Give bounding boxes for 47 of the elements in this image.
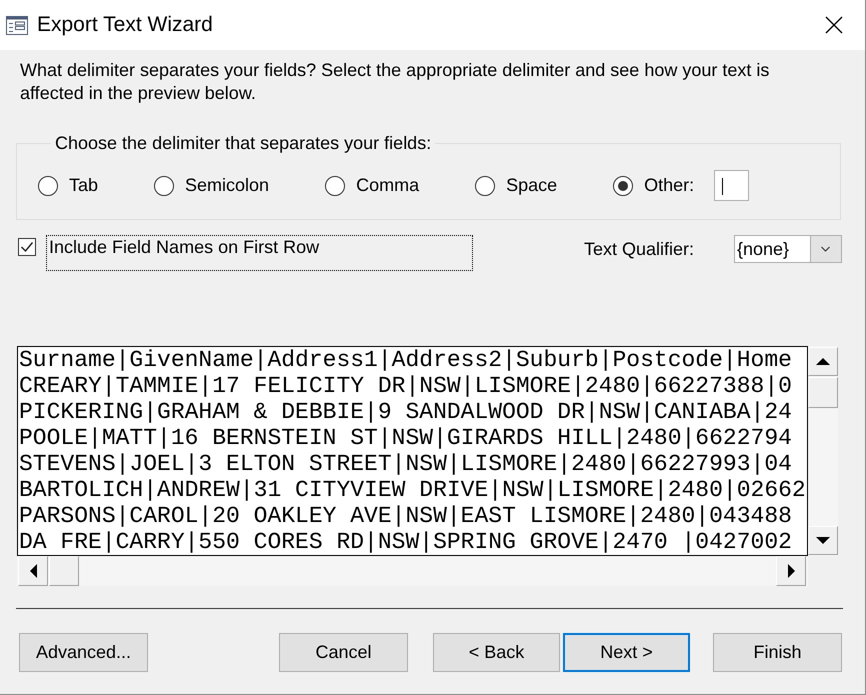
text-qualifier-dropdown[interactable]: {none} xyxy=(734,235,842,263)
preview-line: BARTOLICH|ANDREW|31 CITYVIEW DRIVE|NSW|LISMORE|2480|02662 xyxy=(19,477,807,503)
scroll-left-button[interactable] xyxy=(18,556,48,586)
dialog-button[interactable]: Cancel xyxy=(279,633,408,672)
radio-label[interactable]: Tab xyxy=(69,175,98,196)
instruction-text: What delimiter separates your fields? Select the appropriate delimiter and see how your text is affected in the preview below. xyxy=(20,59,770,105)
chevron-down-icon xyxy=(810,236,841,262)
scrollbar-thumb[interactable] xyxy=(49,556,79,586)
scroll-right-button[interactable] xyxy=(776,556,806,586)
radio-label[interactable]: Other: xyxy=(644,175,694,196)
radio-label[interactable]: Space xyxy=(506,175,558,196)
preview-line: STEVENS|JOEL|3 ELTON STREET|NSW|LISMORE|2480|66227993|04 xyxy=(19,451,793,477)
window-title: Export Text Wizard xyxy=(37,13,213,37)
form-icon xyxy=(6,16,28,34)
radio-label[interactable]: Semicolon xyxy=(185,175,270,196)
close-icon xyxy=(825,16,843,34)
vertical-scrollbar[interactable] xyxy=(808,346,838,556)
dialog-button[interactable]: Finish xyxy=(713,633,842,672)
preview-line: CREARY|TAMMIE|17 FELICITY DR|NSW|LISMORE|2480|66227388|0 xyxy=(19,373,793,399)
dialog-button[interactable]: Advanced... xyxy=(19,633,148,672)
radio-button[interactable] xyxy=(154,176,174,196)
radio-button[interactable] xyxy=(38,176,58,196)
checkbox[interactable] xyxy=(18,238,36,256)
input-field[interactable] xyxy=(714,170,750,201)
up-triangle-icon xyxy=(816,358,830,365)
preview-line: PICKERING|GRAHAM & DEBBIE|9 SANDALWOOD DR|NSW|CANIABA|24 xyxy=(19,399,793,425)
horizontal-scrollbar[interactable] xyxy=(17,556,808,586)
scroll-up-button[interactable] xyxy=(808,347,838,376)
preview-line: Surname|GivenName|Address1|Address2|Suburb|Postcode|Home xyxy=(19,347,793,373)
left-triangle-icon xyxy=(30,564,36,578)
scrollbar-thumb[interactable] xyxy=(808,377,838,408)
close-button[interactable] xyxy=(825,16,843,34)
radio-button[interactable] xyxy=(475,176,496,196)
radio-button[interactable] xyxy=(325,176,346,196)
group-legend: Choose the delimiter that separates your fields: xyxy=(51,133,436,154)
right-triangle-icon xyxy=(788,564,794,578)
scroll-down-button[interactable] xyxy=(808,526,838,555)
preview-line: POOLE|MATT|16 BERNSTEIN ST|NSW|GIRARDS HILL|2480|6622794 xyxy=(19,425,793,451)
radio-label[interactable]: Comma xyxy=(356,175,420,196)
dialog-button[interactable]: < Back xyxy=(433,633,560,672)
radio-button[interactable] xyxy=(613,176,634,196)
dialog-button[interactable]: Next > xyxy=(563,633,690,672)
checkbox-label[interactable]: Include Field Names on First Row xyxy=(46,235,473,271)
preview-line: PARSONS|CAROL|20 OAKLEY AVE|NSW|EAST LISMORE|2480|043488 xyxy=(19,503,793,529)
down-triangle-icon xyxy=(816,537,830,544)
text-qualifier-label: Text Qualifier: xyxy=(584,238,694,261)
preview-line: DA FRE|CARRY|550 CORES RD|NSW|SPRING GROVE|2470 |0427002 xyxy=(19,529,793,555)
